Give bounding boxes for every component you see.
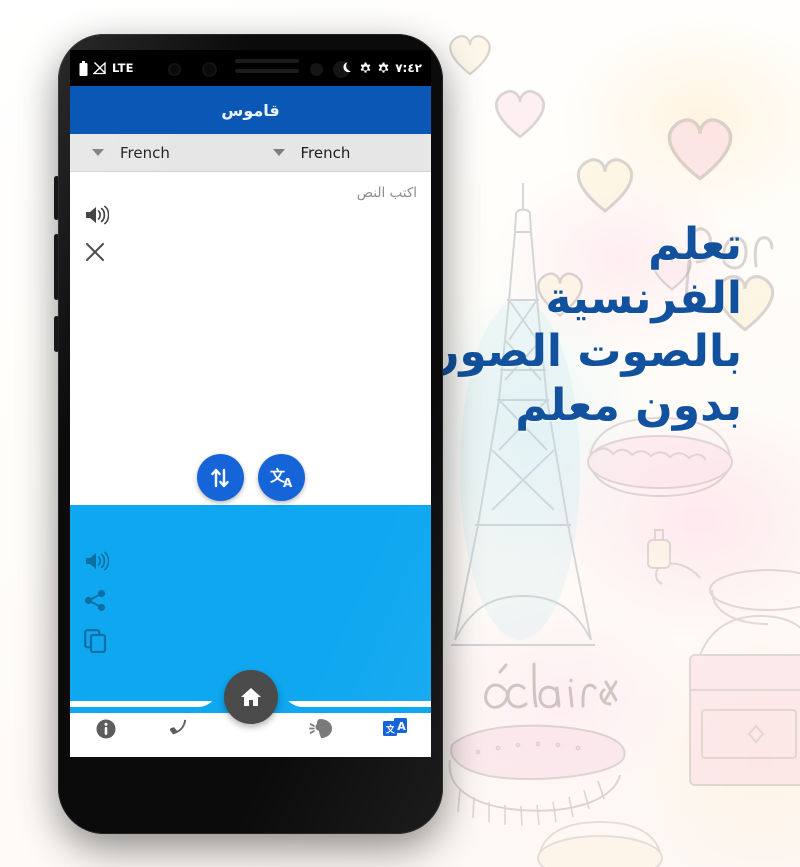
phone-handset-icon xyxy=(170,719,187,735)
translate-badge-icon: 文 A xyxy=(382,718,407,736)
source-language-label: French xyxy=(120,143,170,162)
result-copy-button[interactable] xyxy=(84,629,109,653)
network-label: LTE xyxy=(112,61,134,75)
translate-button[interactable]: 文 A xyxy=(257,454,305,501)
nav-item-translate[interactable]: 文 A xyxy=(359,701,431,757)
gear-icon xyxy=(378,62,389,73)
info-icon xyxy=(96,719,116,739)
chevron-down-icon xyxy=(92,149,104,156)
phone-mockup: قاموس French French اكتب النص 文 A 文 A LT… xyxy=(54,34,443,834)
phone-screen: قاموس French French اكتب النص 文 A 文 A LT… xyxy=(70,50,431,757)
phone-side-button-volume-down[interactable] xyxy=(54,234,59,300)
gear-icon xyxy=(360,62,371,73)
status-bar-right: ٧:٤٢ xyxy=(341,61,422,75)
notch-pill xyxy=(139,50,362,86)
front-camera-icon xyxy=(201,62,217,77)
source-text-placeholder: اكتب النص xyxy=(356,185,417,201)
source-language-selector[interactable]: French xyxy=(70,134,251,171)
nav-item-info[interactable] xyxy=(70,701,142,757)
svg-text:A: A xyxy=(397,720,406,733)
result-speaker-button[interactable] xyxy=(84,550,109,572)
target-language-selector[interactable]: French xyxy=(251,134,432,171)
target-language-label: French xyxy=(300,143,351,162)
proximity-sensor-icon xyxy=(309,63,323,76)
source-speaker-button[interactable] xyxy=(84,204,109,226)
source-clear-button[interactable] xyxy=(84,241,109,263)
phone-side-button-volume-up[interactable] xyxy=(54,176,59,220)
result-actions xyxy=(84,550,109,653)
speaking-head-icon xyxy=(308,719,332,738)
home-button[interactable] xyxy=(223,670,278,724)
app-bar: قاموس xyxy=(70,86,431,134)
status-bar-clock: ٧:٤٢ xyxy=(395,61,422,75)
camera-sensor-icon xyxy=(167,63,181,76)
action-buttons: 文 A xyxy=(70,454,431,501)
status-bar-left: LTE xyxy=(79,60,134,76)
swap-languages-button[interactable] xyxy=(196,454,244,501)
bottom-navigation-bar: 文 A xyxy=(70,670,431,757)
chevron-down-icon xyxy=(272,149,285,156)
result-share-button[interactable] xyxy=(84,589,109,612)
screenshot-root: تعلم الفرنسية بالصوت الصورة بدون معلم قا… xyxy=(0,0,800,867)
svg-text:A: A xyxy=(283,476,293,490)
phone-side-button-power[interactable] xyxy=(54,316,59,352)
earpiece-grille xyxy=(234,69,299,73)
language-bar: French French xyxy=(70,134,431,172)
nav-item-call[interactable] xyxy=(142,701,214,757)
crescent-moon-icon xyxy=(343,62,352,73)
nav-item-speak[interactable] xyxy=(287,701,359,757)
signal-off-icon xyxy=(93,61,106,75)
earpiece-grille xyxy=(234,59,299,63)
battery-icon xyxy=(79,60,88,76)
app-title: قاموس xyxy=(221,100,280,120)
source-actions xyxy=(84,204,109,263)
